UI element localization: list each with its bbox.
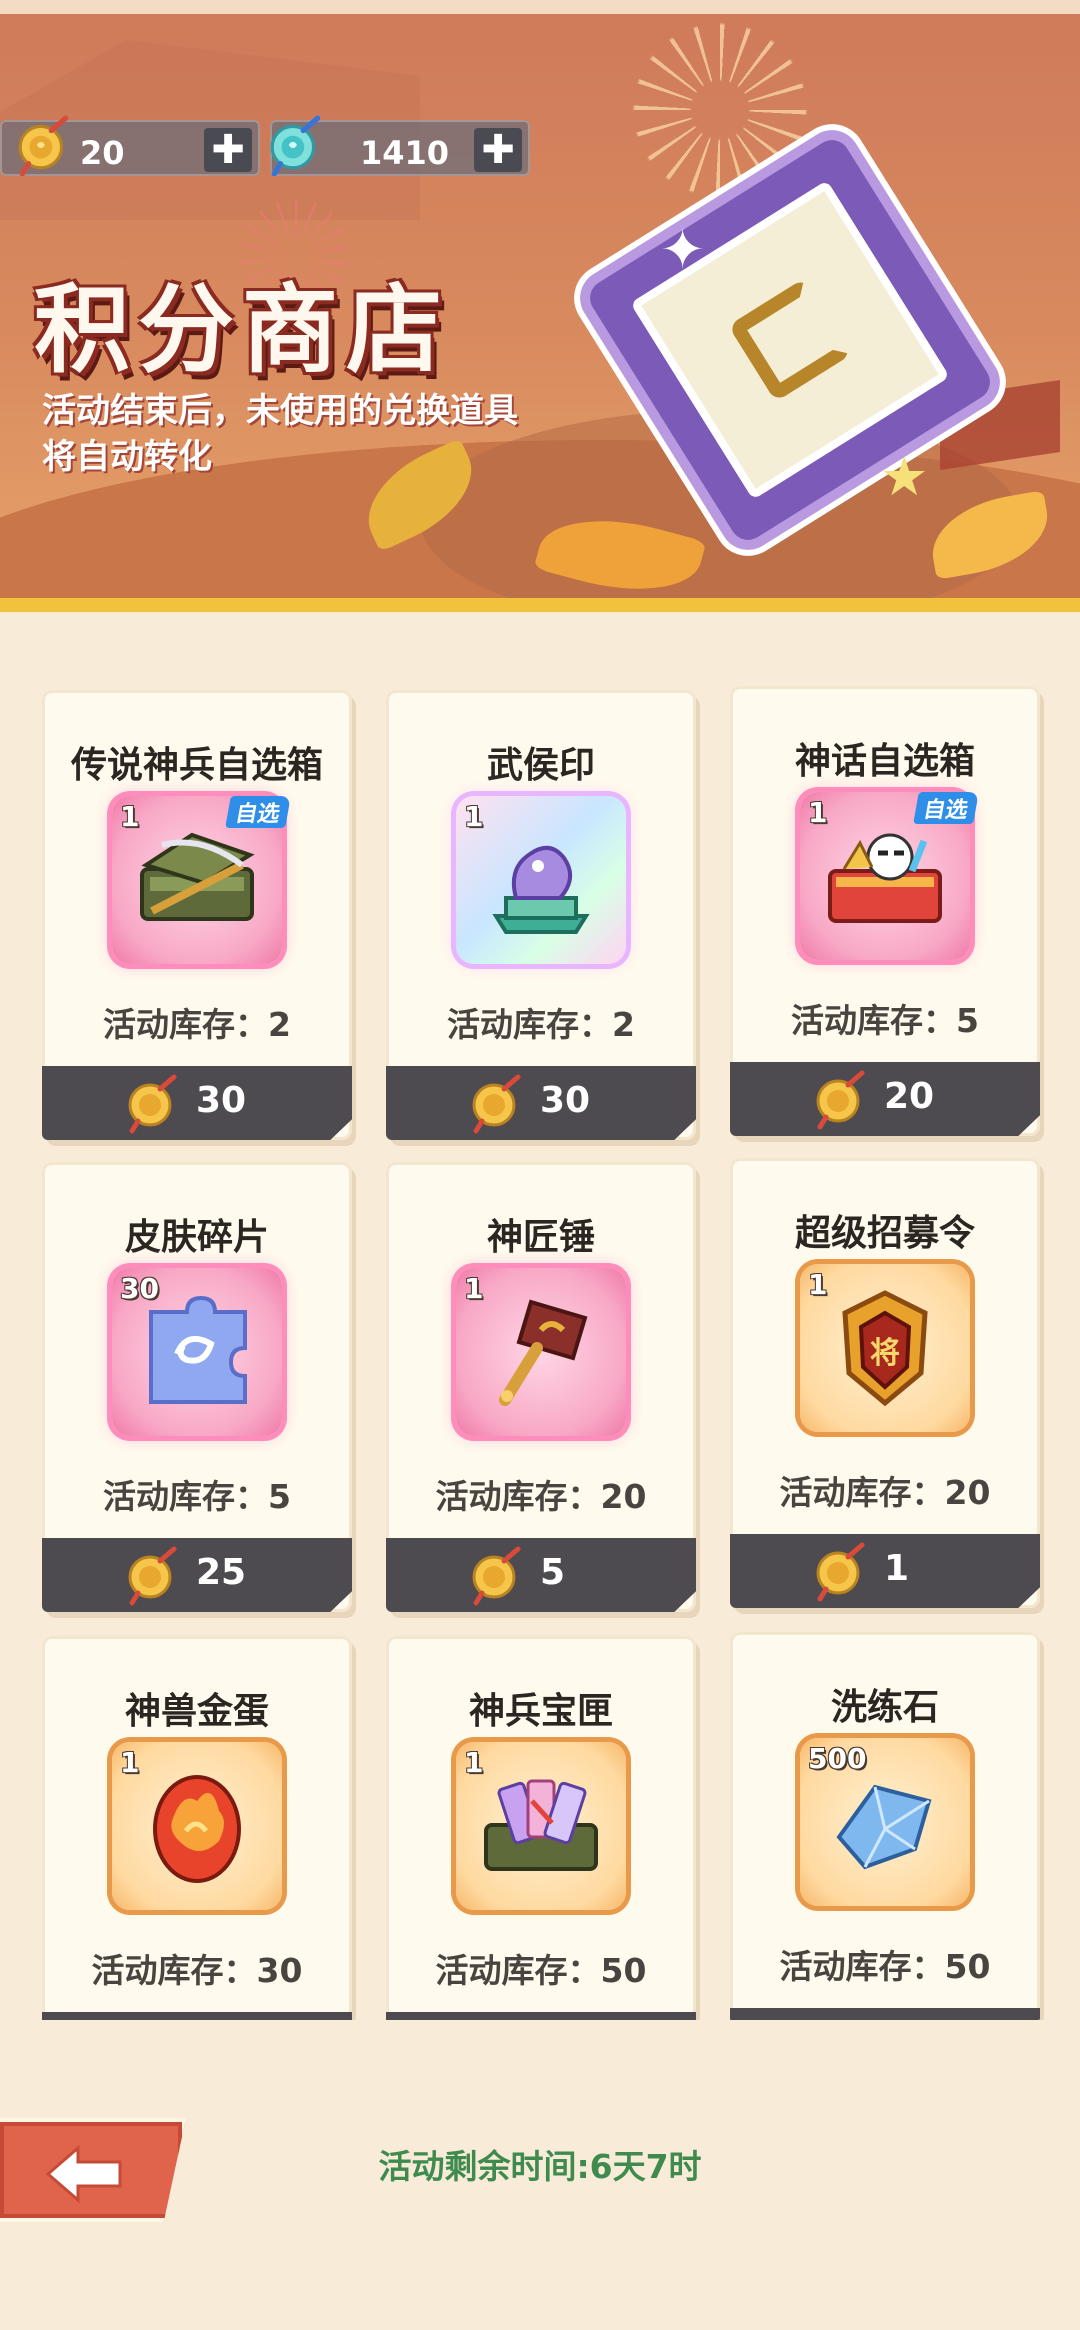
legendary-weapon-chest-icon: 1 自选 [112, 796, 291, 964]
item-name: 神兽金蛋 [124, 1691, 269, 1732]
gold-token-icon [14, 114, 76, 176]
price-bar[interactable] [42, 2012, 352, 2020]
currency-gold: 20 ✚ [0, 115, 260, 176]
shop-description: 活动结束后，未使用的兑换道具将自动转化 [42, 391, 518, 477]
refining-stone-icon: 500 [800, 1738, 970, 1906]
blue-token-icon [266, 114, 328, 176]
shop-item-grid: 传说神兵自选箱 1 自选 活动库存：2 30 武侯印 1 活动库存：2 30 神… [0, 640, 1080, 2020]
price-bar[interactable] [730, 2008, 1040, 2020]
shop-item-card[interactable]: 神兵宝匣 1 活动库存：50 [386, 1636, 696, 2020]
item-price: 25 [196, 1552, 247, 1593]
weapon-case-icon: 1 [456, 1742, 626, 1910]
add-gold-button[interactable]: ✚ [204, 128, 252, 172]
blue-token-count: 1410 [360, 134, 450, 172]
price-bar[interactable]: 30 [42, 1066, 352, 1140]
item-name: 武侯印 [486, 745, 595, 786]
shop-item-card[interactable]: 超级招募令 1 将 活动库存：20 1 [730, 1158, 1040, 1608]
item-price: 30 [540, 1080, 591, 1121]
price-bar[interactable]: 30 [386, 1066, 696, 1140]
shop-item-card[interactable]: 传说神兵自选箱 1 自选 活动库存：2 30 [42, 690, 352, 1140]
shop-item-card[interactable]: 皮肤碎片 30 活动库存：5 25 [42, 1162, 352, 1612]
item-stock: 活动库存：5 [791, 1001, 979, 1040]
shop-item-card[interactable]: 神兽金蛋 1 活动库存：30 [42, 1636, 352, 2020]
item-stock: 活动库存：2 [103, 1005, 291, 1044]
item-stock: 活动库存：30 [91, 1951, 303, 1990]
price-bar[interactable]: 20 [730, 1062, 1040, 1136]
item-name: 神话自选箱 [794, 741, 975, 782]
item-name: 神兵宝匣 [468, 1691, 613, 1732]
page-title: 积分商店 [34, 274, 450, 386]
item-name: 皮肤碎片 [124, 1217, 269, 1258]
item-name: 洗练石 [830, 1687, 939, 1728]
skin-fragment-icon: 30 [112, 1268, 282, 1436]
item-stock: 活动库存：5 [103, 1477, 291, 1516]
item-stock: 活动库存：50 [435, 1951, 647, 1990]
item-quantity: 1 [120, 1746, 140, 1779]
item-name: 传说神兵自选箱 [70, 745, 323, 786]
currency-blue: 1410 ✚ [270, 115, 530, 176]
shop-banner: 20 ✚ 1410 ✚ 积分商店 活动结束后，未使用的兑换道具将自动转化 ✦ ★ [0, 0, 1080, 612]
item-stock: 活动库存：2 [447, 1005, 635, 1044]
item-price: 20 [884, 1076, 935, 1117]
recruit-badge-icon: 1 将 [800, 1264, 970, 1432]
event-timer: 活动剩余时间:6天7时 [378, 2147, 702, 2186]
gold-token-icon [812, 1540, 872, 1602]
gold-token-icon [812, 1068, 872, 1130]
gold-token-count: 20 [80, 134, 125, 172]
add-blue-button[interactable]: ✚ [474, 128, 522, 172]
price-bar[interactable]: 25 [42, 1538, 352, 1612]
gold-token-icon [124, 1544, 184, 1606]
sparkle-icon: ✦ [660, 218, 706, 281]
item-stock: 活动库存：50 [779, 1947, 991, 1986]
gold-token-icon [468, 1072, 528, 1134]
shop-item-card[interactable]: 神匠锤 1 活动库存：20 5 [386, 1162, 696, 1612]
shop-item-card[interactable]: 神话自选箱 1 自选 活动库存：5 20 [730, 686, 1040, 1136]
shop-item-card[interactable]: 武侯印 1 活动库存：2 30 [386, 690, 696, 1140]
gold-token-icon [124, 1072, 184, 1134]
sparkle-icon: ★ [880, 445, 929, 508]
item-stock: 活动库存：20 [435, 1477, 647, 1516]
select-tag: 自选 [913, 792, 979, 824]
golden-egg-icon: 1 [112, 1742, 282, 1910]
smith-hammer-icon: 1 [456, 1268, 626, 1436]
top-strip [0, 0, 1080, 14]
price-bar[interactable]: 5 [386, 1538, 696, 1612]
item-name: 神匠锤 [486, 1217, 595, 1258]
price-bar[interactable] [386, 2012, 696, 2020]
shop-item-card[interactable]: 洗练石 500 活动库存：50 [730, 1632, 1040, 2020]
mythic-chest-icon: 1 自选 [800, 792, 979, 960]
svg-text:将: 将 [870, 1336, 900, 1371]
jade-seal-icon: 1 [456, 796, 626, 964]
item-price: 1 [884, 1548, 910, 1589]
item-stock: 活动库存：20 [779, 1473, 991, 1512]
price-bar[interactable]: 1 [730, 1534, 1040, 1608]
item-price: 5 [540, 1552, 566, 1593]
gold-token-icon [468, 1544, 528, 1606]
item-name: 超级招募令 [794, 1213, 975, 1254]
select-tag: 自选 [225, 796, 291, 828]
item-price: 30 [196, 1080, 247, 1121]
